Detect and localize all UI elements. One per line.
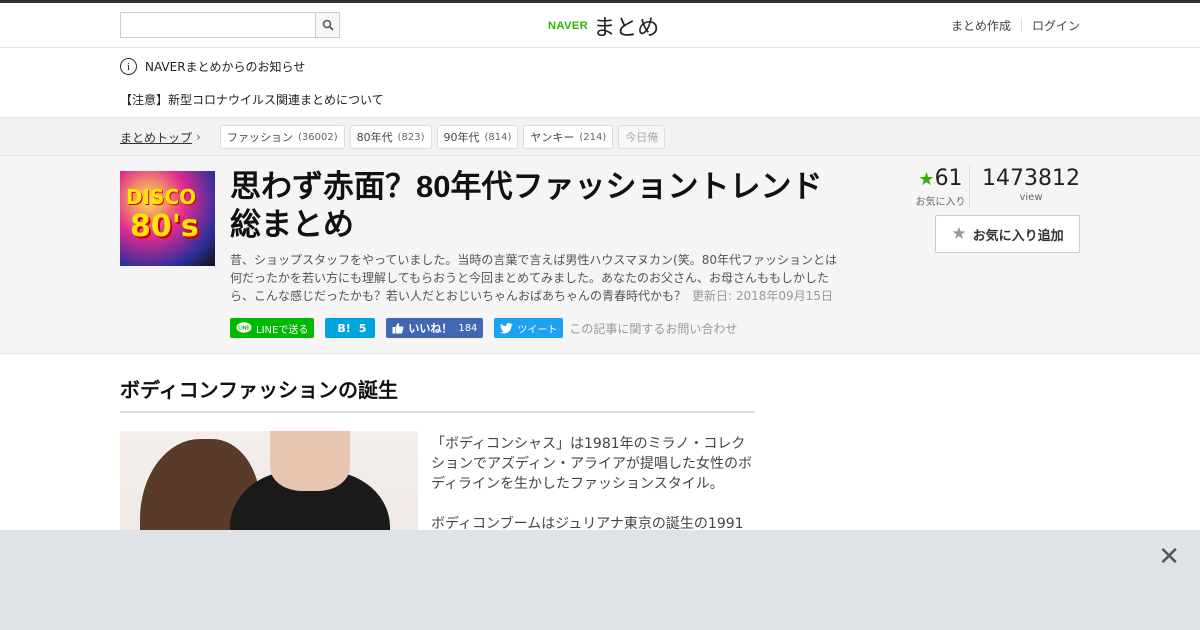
nav-divider	[1020, 18, 1022, 31]
logo-brand: NAVER	[548, 20, 589, 32]
section-heading: ボディコンファッションの誕生	[120, 374, 755, 413]
inquiry-link[interactable]: この記事に関するお問い合わせ	[569, 320, 737, 337]
tag-label: ヤンキー	[530, 131, 575, 144]
search-input[interactable]	[120, 12, 315, 38]
tag-90s[interactable]: 90年代 (814)	[436, 125, 519, 149]
tag-count: (36002)	[298, 131, 338, 143]
tag-count: (823)	[397, 131, 425, 143]
facebook-like-label: いいね！	[408, 322, 453, 335]
favorites-stat: ★61 お気に入り	[912, 166, 970, 208]
close-icon[interactable]: ✕	[1158, 544, 1180, 570]
info-icon: i	[120, 58, 137, 75]
star-outline-icon: ★	[951, 224, 967, 244]
notice-area: i NAVERまとめからのお知らせ 【注意】新型コロナウイルス関連まとめについて	[0, 48, 1200, 118]
share-bar: LINE LINEで送る B! 5 いいね！ 184 ツイート この記事に関する…	[230, 318, 737, 338]
line-share-label: LINEで送る	[256, 324, 309, 336]
twitter-bird-icon	[500, 322, 513, 333]
tag-label: 90年代	[443, 131, 480, 144]
article-description: 昔、ショップスタッフをやっていました。当時の言葉で言えば男性ハウスマヌカン(笑。…	[230, 251, 842, 305]
chevron-right-icon: ›	[196, 130, 201, 144]
facebook-like-button[interactable]: いいね！ 184	[386, 318, 484, 338]
hatena-icon: B!	[337, 321, 351, 335]
tag-list: ファッション (36002) 80年代 (823) 90年代 (814) ヤンキー (2…	[220, 125, 670, 149]
tag-80s[interactable]: 80年代 (823)	[349, 125, 432, 149]
tag-kyouore[interactable]: 今日俺	[618, 125, 666, 149]
facebook-like-count: 184	[458, 322, 478, 334]
header-nav: まとめ作成 ログイン	[951, 17, 1080, 34]
section-text: 「ボディコンシャス」は1981年のミラノ・コレクションでアズディン・アライアが提…	[431, 434, 756, 534]
search-icon	[322, 19, 334, 31]
tag-yankee[interactable]: ヤンキー (214)	[523, 125, 614, 149]
search-box	[120, 12, 340, 38]
tag-fashion[interactable]: ファッション (36002)	[220, 125, 345, 149]
thumbs-up-icon	[392, 323, 404, 334]
thumbnail-text-disco: DISCO	[126, 185, 197, 209]
tag-label: 80年代	[356, 131, 393, 144]
login-link[interactable]: ログイン	[1032, 17, 1080, 34]
notice-item-link[interactable]: 【注意】新型コロナウイルス関連まとめについて	[120, 91, 384, 108]
add-favorite-label: お気に入り追加	[972, 228, 1064, 244]
views-label: view	[1019, 192, 1043, 203]
section-paragraph-1: 「ボディコンシャス」は1981年のミラノ・コレクションでアズディン・アライアが提…	[431, 436, 753, 492]
hatena-bookmark-button[interactable]: B! 5	[325, 318, 376, 338]
create-matome-link[interactable]: まとめ作成	[951, 17, 1011, 34]
logo-name: まとめ	[593, 16, 660, 41]
svg-text:LINE: LINE	[238, 326, 250, 332]
image-skin-shape	[270, 431, 350, 491]
thumbnail-text-80s: 80's	[130, 209, 199, 244]
article-thumbnail: DISCO 80's	[120, 171, 215, 266]
ad-banner: ✕	[0, 530, 1200, 630]
line-icon: LINE	[236, 322, 252, 333]
notice-title: NAVERまとめからのお知らせ	[145, 60, 306, 74]
article-stats: ★61 お気に入り 1473812 view	[912, 166, 1080, 208]
breadcrumb: まとめトップ › ファッション (36002) 80年代 (823) 90年代 (81…	[0, 118, 1200, 156]
views-count: 1473812	[982, 166, 1080, 191]
tag-count: (214)	[579, 131, 607, 143]
site-header: NAVER まとめ まとめ作成 ログイン	[0, 3, 1200, 48]
notice-header: i NAVERまとめからのお知らせ	[120, 58, 305, 75]
tag-label: ファッション	[227, 131, 293, 144]
article-header: DISCO 80's 思わず赤面？80年代ファッショントレンド総まとめ 昔、ショ…	[0, 156, 1200, 354]
tag-count: (814)	[484, 131, 512, 143]
updated-date: 更新日: 2018年09月15日	[692, 289, 833, 303]
star-icon: ★	[918, 169, 935, 190]
line-share-button[interactable]: LINE LINEで送る	[230, 318, 315, 338]
favorites-count: 61	[934, 166, 963, 191]
tweet-label: ツイート	[517, 324, 558, 336]
breadcrumb-home-link[interactable]: まとめトップ	[120, 129, 192, 146]
views-stat: 1473812 view	[982, 166, 1080, 208]
add-favorite-button[interactable]: ★ お気に入り追加	[935, 215, 1080, 253]
tweet-button[interactable]: ツイート	[494, 318, 564, 338]
search-button[interactable]	[315, 12, 340, 38]
favorites-label: お気に入り	[915, 197, 966, 208]
site-logo[interactable]: NAVER まとめ	[548, 10, 659, 42]
article-title: 思わず赤面？80年代ファッショントレンド総まとめ	[230, 169, 823, 242]
hatena-count: 5	[358, 321, 367, 335]
tag-label: 今日俺	[625, 131, 659, 144]
